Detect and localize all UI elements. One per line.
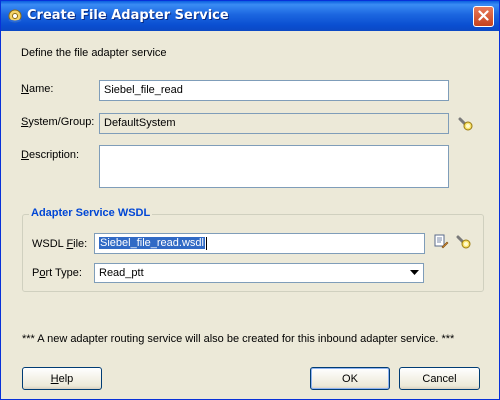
cancel-button[interactable]: Cancel: [399, 367, 480, 390]
edit-wsdl-button[interactable]: [432, 233, 450, 251]
flashlight-icon: [456, 233, 472, 252]
edit-wsdl-icon: [433, 233, 449, 252]
description-textarea[interactable]: [99, 145, 449, 188]
help-button[interactable]: Help: [22, 367, 102, 390]
close-icon: [478, 9, 489, 24]
flashlight-icon: [458, 115, 474, 134]
close-button[interactable]: [473, 6, 494, 27]
port-type-label: Port Type:: [32, 267, 82, 279]
name-label: Name:: [21, 83, 54, 95]
text-caret: [205, 236, 207, 250]
adapter-cog-icon: [7, 8, 23, 24]
title-bar[interactable]: Create File Adapter Service: [1, 1, 499, 31]
window-title: Create File Adapter Service: [27, 8, 229, 23]
wsdl-file-value: Siebel_file_read.wsdl: [99, 237, 205, 249]
description-label: Description:: [21, 149, 80, 161]
intro-text: Define the file adapter service: [21, 47, 167, 59]
system-group-field: DefaultSystem: [99, 113, 449, 134]
group-title: Adapter Service WSDL: [29, 207, 153, 219]
system-group-label: System/Group:: [21, 116, 95, 128]
wsdl-file-input[interactable]: Siebel_file_read.wsdl: [94, 233, 425, 254]
system-group-browse-button[interactable]: [457, 115, 475, 133]
wsdl-file-label: WSDL File:: [32, 238, 88, 250]
dialog-window: Create File Adapter Service Define the f…: [0, 0, 500, 400]
routing-service-note: *** A new adapter routing service will a…: [22, 333, 455, 345]
wsdl-browse-button[interactable]: [455, 233, 473, 251]
name-input[interactable]: Siebel_file_read: [99, 80, 449, 101]
chevron-down-icon[interactable]: [406, 265, 422, 281]
ok-button[interactable]: OK: [310, 367, 390, 390]
port-type-select[interactable]: Read_ptt: [94, 263, 424, 283]
port-type-value: Read_ptt: [99, 267, 144, 279]
